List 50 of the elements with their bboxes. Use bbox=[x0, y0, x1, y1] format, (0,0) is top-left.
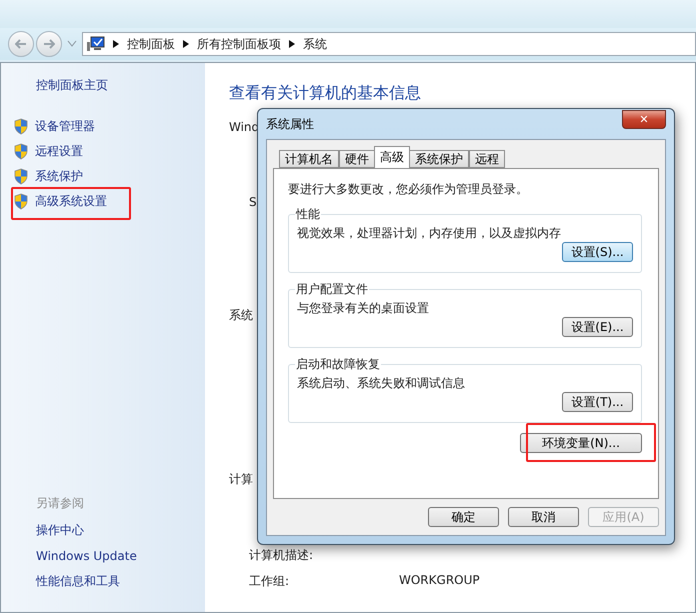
group-title: 启动和故障恢复 bbox=[295, 356, 381, 373]
section-title: 系统 bbox=[229, 307, 253, 324]
group-title: 用户配置文件 bbox=[295, 281, 369, 298]
sidebar-link[interactable]: 控制面板主页 bbox=[36, 77, 205, 94]
see-also-title: 另请参阅 bbox=[36, 495, 85, 512]
page-heading: 查看有关计算机的基本信息 bbox=[229, 83, 422, 104]
dialog-button[interactable]: 确定 bbox=[428, 507, 499, 527]
sidebar-link[interactable]: 操作中心 bbox=[36, 522, 205, 539]
sidebar-link[interactable]: Windows Update bbox=[36, 549, 205, 563]
close-button[interactable]: ✕ bbox=[622, 110, 666, 129]
breadcrumb-item[interactable]: 系统 bbox=[303, 36, 327, 52]
computer-icon bbox=[87, 36, 105, 52]
info-label: 工作组: bbox=[249, 573, 290, 590]
settings-button[interactable]: 设置(E)... bbox=[562, 317, 633, 337]
settings-button[interactable]: 设置(T)... bbox=[562, 392, 633, 412]
breadcrumb-item[interactable]: 控制面板 bbox=[127, 36, 175, 52]
dialog-button[interactable]: 取消 bbox=[508, 507, 579, 527]
info-label: 计算机描述: bbox=[249, 547, 314, 564]
shield-icon bbox=[13, 193, 29, 210]
group-description: 系统启动、系统失败和调试信息 bbox=[297, 375, 466, 392]
sidebar-link[interactable]: 高级系统设置 bbox=[35, 193, 107, 210]
tab[interactable]: 计算机名 bbox=[279, 150, 339, 168]
group-description: 视觉效果，处理器计划，内存使用，以及虚拟内存 bbox=[297, 225, 562, 242]
chevron-icon[interactable] bbox=[183, 40, 189, 48]
shield-icon bbox=[13, 168, 29, 185]
group-description: 与您登录有关的桌面设置 bbox=[297, 300, 430, 317]
chevron-icon[interactable] bbox=[289, 40, 295, 48]
environment-variables-button[interactable]: 环境变量(N)... bbox=[520, 433, 642, 453]
notice-text: 要进行大多数更改，您必须作为管理员登录。 bbox=[288, 181, 529, 198]
forward-arrow-icon bbox=[43, 39, 55, 49]
chevron-icon[interactable] bbox=[113, 40, 119, 48]
shield-icon bbox=[13, 143, 29, 160]
sidebar-link[interactable]: 性能信息和工具 bbox=[36, 573, 205, 590]
tab[interactable]: 硬件 bbox=[339, 150, 375, 168]
sidebar-link[interactable]: 设备管理器 bbox=[35, 118, 95, 135]
dialog-title: 系统属性 bbox=[266, 116, 314, 132]
tab[interactable]: 远程 bbox=[469, 150, 505, 168]
address-bar[interactable]: 控制面板 所有控制面板项 系统 bbox=[82, 32, 696, 56]
shield-icon bbox=[13, 118, 29, 135]
breadcrumb-item[interactable]: 所有控制面板项 bbox=[197, 36, 281, 52]
group-title: 性能 bbox=[295, 206, 321, 223]
settings-button[interactable]: 设置(S)... bbox=[562, 242, 633, 262]
sidebar-link[interactable]: 远程设置 bbox=[35, 143, 83, 160]
info-label: S bbox=[249, 195, 258, 211]
sidebar-link[interactable]: 系统保护 bbox=[35, 168, 83, 185]
info-value: WORKGROUP bbox=[399, 573, 480, 589]
back-arrow-icon bbox=[15, 39, 27, 49]
section-title: 计算 bbox=[229, 471, 253, 488]
tab[interactable]: 高级 bbox=[374, 146, 410, 168]
tab[interactable]: 系统保护 bbox=[409, 150, 469, 168]
